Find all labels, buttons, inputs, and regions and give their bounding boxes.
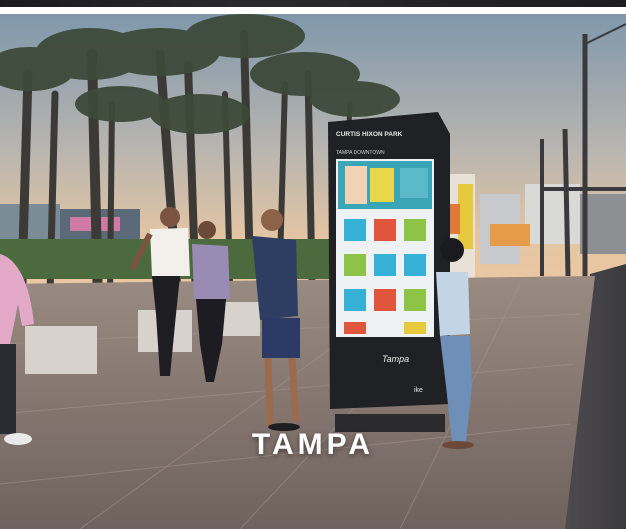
smart-kiosk: CURTIS HIXON PARK TAMPA DOWNTOWN Tampa i… xyxy=(328,112,450,432)
kiosk-subheader: TAMPA DOWNTOWN xyxy=(336,150,385,156)
location-caption: TAMPA xyxy=(251,428,375,461)
kiosk-logo-text: Tampa xyxy=(382,354,409,364)
kiosk-brand-text: ike xyxy=(414,387,423,394)
top-image-strip xyxy=(0,0,626,7)
kiosk-header: CURTIS HIXON PARK xyxy=(336,131,403,138)
